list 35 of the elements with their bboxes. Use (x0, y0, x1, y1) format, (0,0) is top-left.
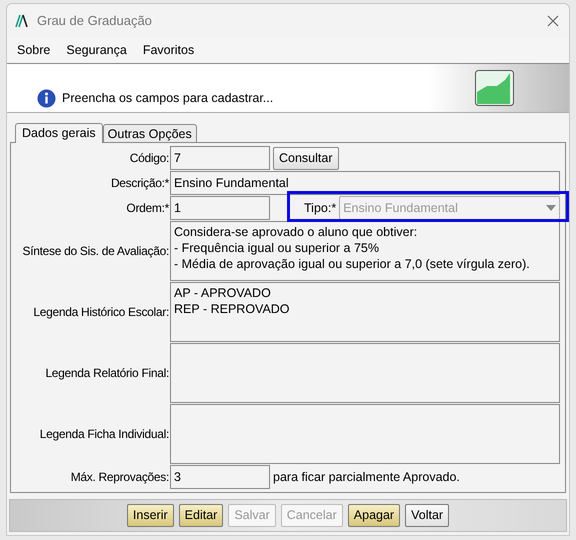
menu-item[interactable]: Segurança (60, 41, 133, 60)
dropdown-arrow-icon (546, 205, 556, 211)
input-field[interactable]: 1 (170, 196, 270, 220)
banner-message: Preencha os campos para cadastrar... (62, 90, 274, 107)
input-field[interactable]: 7 (170, 146, 270, 170)
field-label: Legenda Relatório Final: (44, 365, 169, 382)
field-label: Ordem:* (125, 200, 169, 217)
action-button[interactable]: Inserir (126, 504, 174, 527)
field-label: Tipo:* (304, 200, 336, 217)
text-area[interactable] (170, 404, 560, 464)
close-icon[interactable] (547, 15, 559, 27)
field-label: Legenda Ficha Individual: (38, 426, 169, 443)
action-button[interactable]: Editar (178, 504, 224, 527)
field-hint: para ficar parcialmente Aprovado. (273, 468, 460, 486)
tab[interactable]: Dados gerais (15, 123, 103, 143)
info-icon (37, 88, 56, 108)
consultar-button[interactable]: Consultar (273, 146, 338, 170)
menu-item[interactable]: Favoritos (136, 41, 200, 60)
field-label: Máx. Reprovações: (70, 469, 169, 486)
field-label: Legenda Histórico Escolar: (32, 304, 169, 321)
tab[interactable]: Outras Opções (102, 124, 197, 142)
text-area[interactable]: AP - APROVADO REP - REPROVADO (170, 282, 560, 342)
text-area[interactable] (170, 343, 560, 403)
field-label: Síntese do Sis. de Avaliação: (21, 243, 169, 260)
menu-item[interactable]: Sobre (11, 41, 56, 60)
field-label: Descrição:* (110, 175, 169, 192)
field-label: Código: (128, 150, 169, 167)
chart-icon (475, 70, 514, 106)
text-area[interactable]: Considera-se aprovado o aluno que obtiver: - Frequência igual ou superior a 75% - Média de aprovação igual ou superior a 7,0 (sete vírgula zero). (170, 221, 560, 281)
app-logo-icon (15, 14, 29, 28)
input-field[interactable]: 3 (170, 465, 270, 489)
window-title: Grau de Graduação (37, 12, 152, 30)
action-button[interactable]: Apagar (348, 504, 400, 527)
action-button[interactable]: Voltar (405, 504, 450, 527)
input-field[interactable]: Ensino Fundamental (170, 171, 560, 195)
